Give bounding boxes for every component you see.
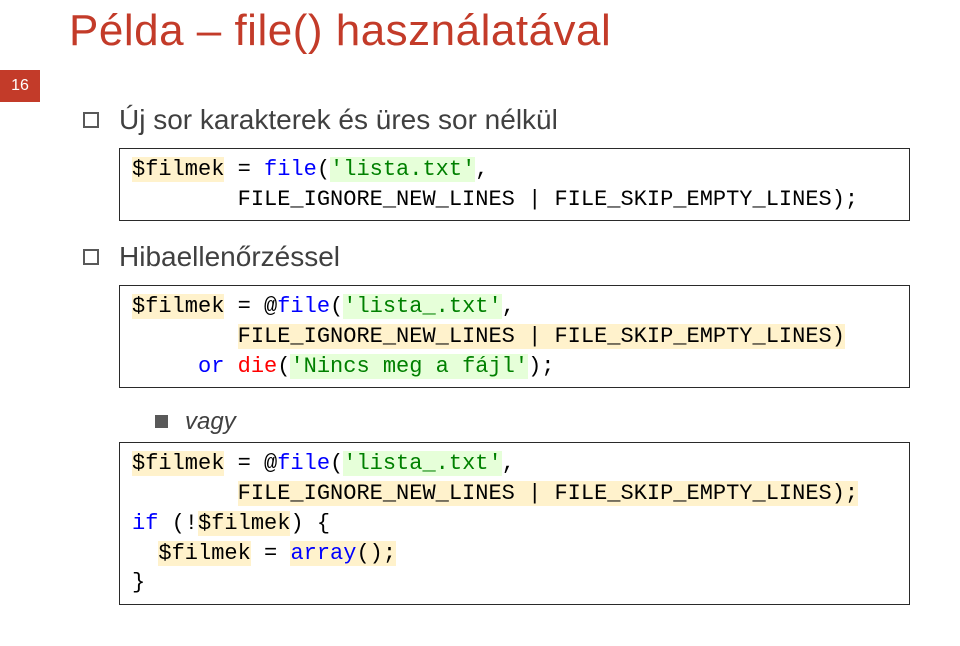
- token-flags: FILE_IGNORE_NEW_LINES | FILE_SKIP_EMPTY_…: [238, 187, 859, 212]
- token-function-array: array: [290, 541, 356, 566]
- code-block-if-check: $filmek = @file('lista_.txt', FILE_IGNOR…: [119, 442, 910, 604]
- token-variable: $filmek: [132, 294, 224, 319]
- bullet-error-check: Hibaellenőrzéssel: [83, 241, 910, 273]
- code-block-basic: $filmek = file('lista.txt', FILE_IGNORE_…: [119, 148, 910, 221]
- token-string: 'lista_.txt': [343, 294, 501, 319]
- sub-bullet-vagy: vagy: [155, 408, 910, 436]
- token-keyword-or: or: [198, 354, 224, 379]
- bullet-no-newlines: Új sor karakterek és üres sor nélkül: [83, 104, 910, 136]
- token-function: file: [277, 451, 330, 476]
- token-die: die: [238, 354, 278, 379]
- token-flags: FILE_IGNORE_NEW_LINES | FILE_SKIP_EMPTY_…: [238, 324, 845, 349]
- token-brace-close: }: [132, 570, 145, 595]
- token-string: 'Nincs meg a fájl': [290, 354, 528, 379]
- token-string: 'lista.txt': [330, 157, 475, 182]
- token-variable: $filmek: [198, 511, 290, 536]
- token-variable: $filmek: [132, 451, 224, 476]
- token-function: file: [264, 157, 317, 182]
- token-variable: $filmek: [158, 541, 250, 566]
- token-flags: FILE_IGNORE_NEW_LINES | FILE_SKIP_EMPTY_…: [238, 481, 859, 506]
- slide-body: Új sor karakterek és üres sor nélkül $fi…: [55, 56, 910, 605]
- slide: Példa – file() használatával 16 Új sor k…: [0, 0, 960, 646]
- slide-title: Példa – file() használatával: [55, 0, 910, 56]
- token-variable: $filmek: [132, 157, 224, 182]
- token-keyword-if: if: [132, 511, 158, 536]
- token-function: file: [277, 294, 330, 319]
- page-number-badge: 16: [0, 70, 40, 102]
- token-string: 'lista_.txt': [343, 451, 501, 476]
- code-block-or-die: $filmek = @file('lista_.txt', FILE_IGNOR…: [119, 285, 910, 388]
